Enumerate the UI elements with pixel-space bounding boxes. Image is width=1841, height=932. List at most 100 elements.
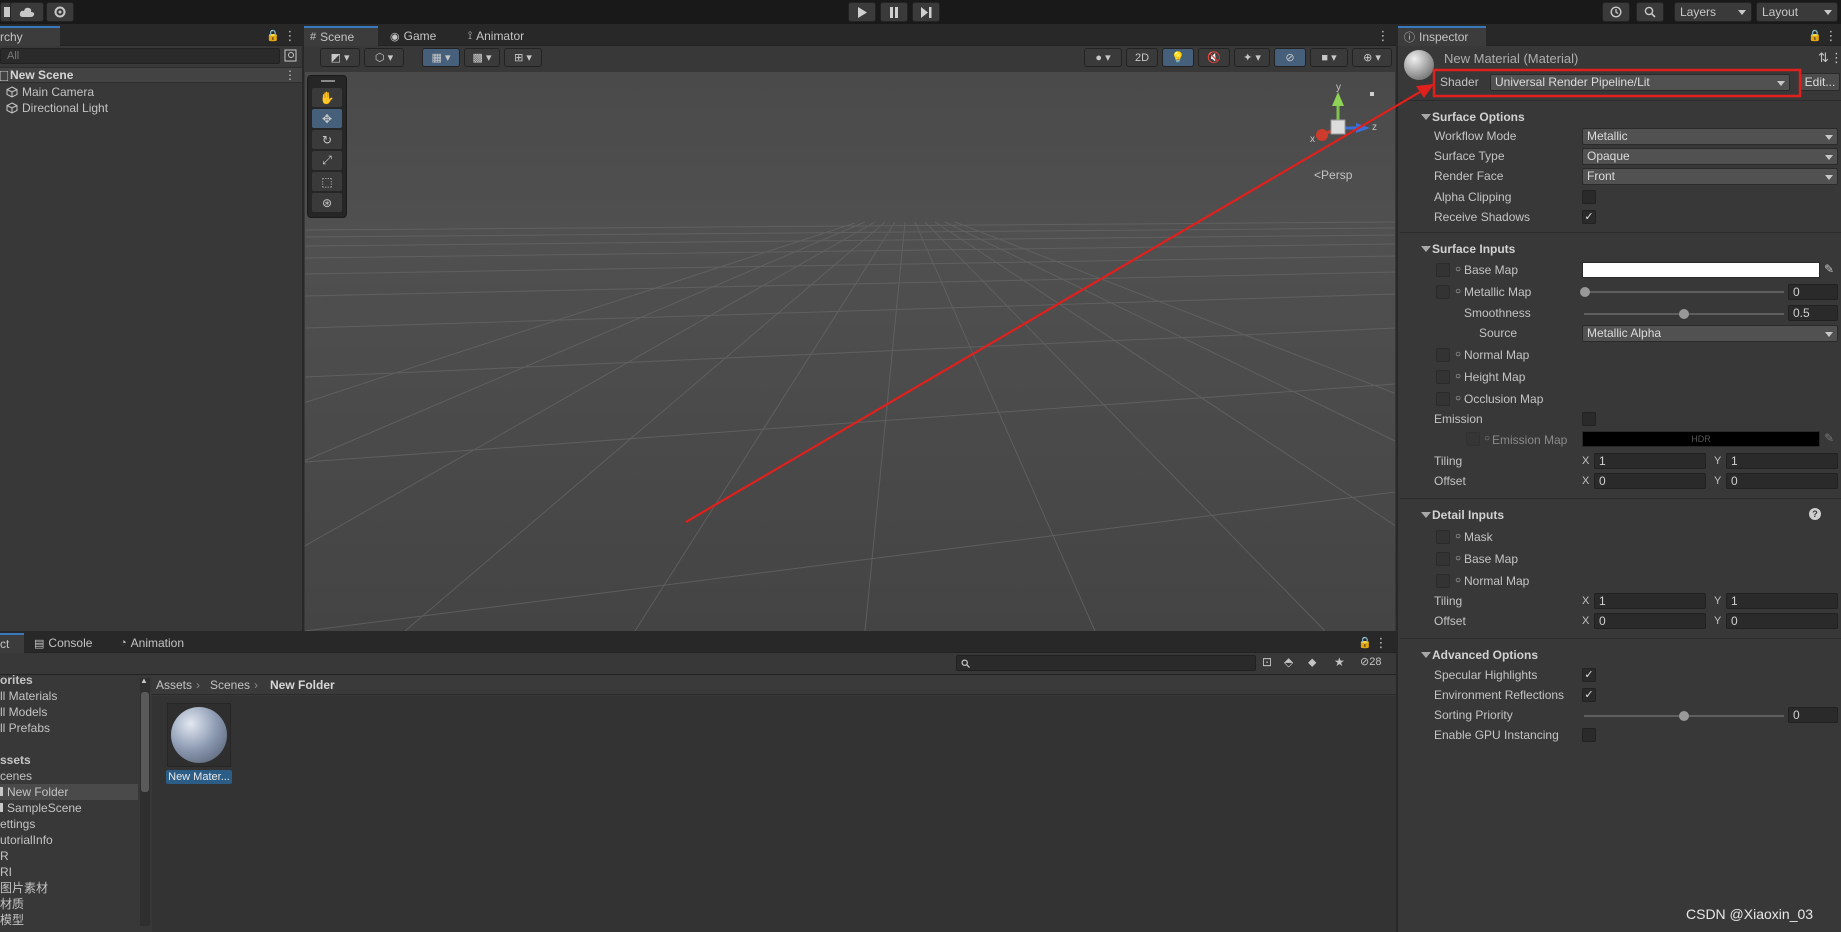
source-dropdown[interactable]: Metallic Alpha <box>1582 325 1838 342</box>
tree-item-r[interactable]: R <box>0 848 9 864</box>
picker-dot-icon[interactable]: ○ <box>1484 430 1490 448</box>
tab-game[interactable]: ◉ Game <box>384 26 454 46</box>
projection-label[interactable]: <Persp <box>1314 168 1352 182</box>
metallic-value-field[interactable]: 0 <box>1788 284 1838 300</box>
gizmos-dropdown[interactable]: ⊕ ▾ <box>1352 48 1392 67</box>
hierarchy-search-input[interactable]: All <box>0 48 280 64</box>
orientation-gizmo[interactable]: y x z <Persp <box>1300 82 1390 187</box>
cloud-button[interactable] <box>10 2 44 22</box>
snap-settings-dropdown[interactable]: ⊞ ▾ <box>504 48 542 67</box>
search-by-label-icon[interactable]: ⬘ <box>1284 655 1293 669</box>
picker-dot-icon[interactable]: ○ <box>1455 390 1461 408</box>
play-button[interactable] <box>848 2 876 22</box>
tree-item-all-models[interactable]: ll Models <box>0 704 47 720</box>
audio-toggle[interactable]: 🔇 <box>1198 48 1230 67</box>
tree-scrollbar[interactable]: ▲ <box>140 676 150 926</box>
detail-base-map-slot[interactable] <box>1436 552 1450 566</box>
receive-shadows-checkbox[interactable]: ✓ <box>1582 210 1596 224</box>
eyedropper-icon[interactable]: ✎ <box>1824 262 1834 276</box>
tiling-x-field[interactable]: 1 <box>1594 453 1706 469</box>
detail-offset-x-field[interactable]: 0 <box>1594 613 1706 629</box>
metallic-slider-handle[interactable] <box>1580 287 1590 297</box>
material-options-icon[interactable]: ⋮ <box>1830 50 1841 66</box>
favorite-star-icon[interactable]: ★ <box>1334 655 1345 669</box>
hand-tool-button[interactable]: ✋ <box>312 88 342 107</box>
more-options-icon[interactable]: ⋮ <box>283 28 297 44</box>
project-search-input[interactable] <box>956 655 1256 671</box>
tree-item-scenes[interactable]: cenes <box>0 768 32 784</box>
tree-item-favorites[interactable]: orites <box>0 672 33 688</box>
surface-options-header[interactable]: Surface Options <box>1400 108 1841 126</box>
asset-name-label[interactable]: New Mater... <box>166 770 232 784</box>
emission-color-field[interactable]: HDR <box>1582 431 1820 447</box>
toggle-2d-button[interactable]: 2D <box>1126 48 1158 67</box>
tab-animation[interactable]: ◔ Animation <box>114 633 204 653</box>
picker-dot-icon[interactable]: ○ <box>1455 368 1461 386</box>
tree-item-all-prefabs[interactable]: ll Prefabs <box>0 720 50 736</box>
base-map-slot[interactable] <box>1436 263 1450 277</box>
tree-scrollbar-thumb[interactable] <box>141 692 149 792</box>
gpu-instancing-checkbox[interactable] <box>1582 728 1596 742</box>
smoothness-slider-handle[interactable] <box>1679 309 1689 319</box>
snap-increment-dropdown[interactable]: ▩ ▾ <box>464 48 500 67</box>
advanced-options-header[interactable]: Advanced Options <box>1400 646 1841 664</box>
shading-mode-dropdown[interactable]: ● ▾ <box>1084 48 1122 67</box>
draw-mode-dropdown[interactable]: ◩ ▾ <box>320 48 360 67</box>
edit-shader-button[interactable]: Edit... <box>1800 73 1840 91</box>
camera-dropdown[interactable]: ■ ▾ <box>1310 48 1348 67</box>
tab-animator[interactable]: ⟟ Animator <box>462 26 552 46</box>
surface-type-dropdown[interactable]: Opaque <box>1582 148 1838 165</box>
picker-dot-icon[interactable]: ○ <box>1455 572 1461 590</box>
height-map-slot[interactable] <box>1436 370 1450 384</box>
pause-button[interactable] <box>880 2 908 22</box>
breadcrumb-assets[interactable]: Assets <box>156 678 192 692</box>
breadcrumb-new-folder[interactable]: New Folder <box>270 678 335 692</box>
tree-item-new-folder[interactable]: New Folder <box>0 784 138 800</box>
detail-tiling-y-field[interactable]: 1 <box>1726 593 1838 609</box>
lock-icon[interactable]: 🔒 <box>266 28 280 44</box>
emission-checkbox[interactable] <box>1582 412 1596 426</box>
tab-console[interactable]: ▤ Console <box>28 633 102 653</box>
tree-item-assets[interactable]: ssets <box>0 752 31 768</box>
specular-highlights-checkbox[interactable]: ✓ <box>1582 668 1596 682</box>
transform-tool-button[interactable]: ⊛ <box>312 193 342 212</box>
layout-dropdown[interactable]: Layout <box>1756 2 1838 22</box>
environment-reflections-checkbox[interactable]: ✓ <box>1582 688 1596 702</box>
eyedropper-icon[interactable]: ✎ <box>1824 431 1834 445</box>
scale-tool-button[interactable]: ⤢ <box>312 151 342 170</box>
surface-inputs-header[interactable]: Surface Inputs <box>1400 240 1841 258</box>
material-settings-icon[interactable]: ⇅ <box>1818 50 1829 66</box>
tree-item-materials[interactable]: 材质 <box>0 896 24 912</box>
more-options-icon[interactable]: ⋮ <box>1374 635 1388 651</box>
hidden-packages-toggle[interactable]: ⊘28 <box>1360 655 1381 668</box>
tree-item-all-materials[interactable]: ll Materials <box>0 688 57 704</box>
normal-map-slot[interactable] <box>1436 348 1450 362</box>
sorting-priority-field[interactable]: 0 <box>1788 707 1838 723</box>
overlay-drag-handle[interactable] <box>321 80 335 82</box>
metallic-map-slot[interactable] <box>1436 285 1450 299</box>
step-button[interactable] <box>912 2 940 22</box>
lock-icon[interactable]: 🔒 <box>1358 635 1372 651</box>
scroll-up-icon[interactable]: ▲ <box>140 676 148 685</box>
render-face-dropdown[interactable]: Front <box>1582 168 1838 185</box>
tab-scene[interactable]: # Scene <box>304 26 378 46</box>
move-tool-button[interactable]: ✥ <box>312 109 342 128</box>
detail-tiling-x-field[interactable]: 1 <box>1594 593 1706 609</box>
lock-icon[interactable]: 🔒 <box>1808 28 1822 44</box>
rect-tool-button[interactable]: ⬚ <box>312 172 342 191</box>
detail-inputs-header[interactable]: Detail Inputs <box>1400 506 1841 524</box>
tree-item-images[interactable]: 图片素材 <box>0 880 48 896</box>
search-button[interactable] <box>1636 2 1664 22</box>
scene-visibility-toggle[interactable]: ⊘ <box>1274 48 1306 67</box>
grid-snap-toggle[interactable]: ▦ ▾ <box>422 48 460 67</box>
workflow-mode-dropdown[interactable]: Metallic <box>1582 128 1838 145</box>
picker-dot-icon[interactable]: ○ <box>1455 550 1461 568</box>
help-icon[interactable]: ? <box>1809 508 1821 520</box>
scene-options-icon[interactable]: ⋮ <box>284 68 296 82</box>
tree-item-models[interactable]: 模型 <box>0 912 24 928</box>
tab-project[interactable]: ct <box>0 633 24 653</box>
asset-thumbnail[interactable] <box>167 703 231 767</box>
sorting-priority-slider-handle[interactable] <box>1679 711 1689 721</box>
more-options-icon[interactable]: ⋮ <box>1824 28 1838 44</box>
rotate-tool-button[interactable]: ↻ <box>312 130 342 149</box>
